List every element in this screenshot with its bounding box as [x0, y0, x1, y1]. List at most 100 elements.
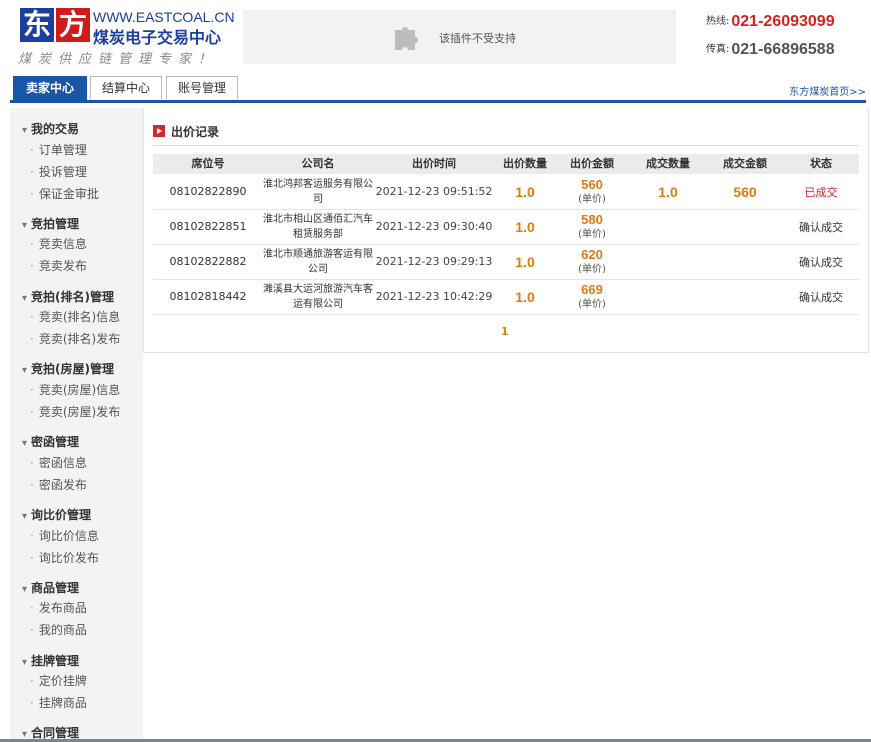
company-name: 淮北市相山区通佰汇汽车租赁服务部 — [263, 213, 373, 240]
site-logo[interactable]: 东 方 WWW.EASTCOAL.CN 煤炭电子交易中心 煤炭供应链管理专家！ — [18, 8, 243, 68]
bid-amount: 620 (单价) — [555, 244, 629, 279]
header: 东 方 WWW.EASTCOAL.CN 煤炭电子交易中心 煤炭供应链管理专家！ … — [0, 0, 871, 76]
plugin-placeholder: 该插件不受支持 — [243, 10, 676, 64]
deal-amount — [707, 279, 783, 314]
table-row: 08102822882 淮北市顺通旅游客运有限公司 2021-12-23 09:… — [153, 244, 859, 280]
fax-number: 021-66896588 — [731, 41, 835, 58]
company-name: 濉溪县大运河旅游汽车客运有限公司 — [263, 283, 373, 310]
deal-amount — [707, 244, 783, 279]
sidebar-item-letter-info[interactable]: 密函信息 — [30, 454, 87, 471]
col-qty: 出价数量 — [503, 157, 547, 170]
hotline-label: 热线: — [706, 16, 730, 27]
sidebar-item-listed-goods[interactable]: 挂牌商品 — [30, 694, 87, 711]
sidebar-item-rank-info[interactable]: 竞卖(排名)信息 — [30, 308, 120, 325]
fax: 传真: 021-66896588 — [706, 40, 835, 59]
sidebar-item-house-publish[interactable]: 竞卖(房屋)发布 — [30, 403, 120, 420]
bid-qty: 1.0 — [515, 288, 535, 305]
sidebar-item-inquiry-publish[interactable]: 询比价发布 — [30, 549, 99, 566]
logo-slogan: 煤炭供应链管理专家！ — [18, 52, 219, 67]
logo-url: WWW.EASTCOAL.CN — [93, 9, 235, 25]
col-time: 出价时间 — [412, 157, 456, 170]
logo-name: 煤炭电子交易中心 — [93, 28, 222, 47]
col-seat: 席位号 — [191, 157, 225, 170]
sidebar-item-inquiry-info[interactable]: 询比价信息 — [30, 527, 99, 544]
status-label: 已成交 — [804, 185, 838, 199]
col-deal-qty: 成交数量 — [646, 157, 690, 170]
seat-number: 08102818442 — [169, 290, 247, 303]
sidebar-item-auction-info[interactable]: 竞卖信息 — [30, 235, 87, 252]
fax-label: 传真: — [706, 44, 730, 55]
tab-settlement-center[interactable]: 结算中心 — [90, 76, 162, 99]
amount-unit: (单价) — [578, 298, 606, 310]
logo-char-2: 方 — [56, 8, 90, 42]
amount-unit: (单价) — [578, 193, 606, 205]
deal-qty: 1.0 — [658, 183, 678, 200]
amount-unit: (单价) — [578, 228, 606, 240]
sidebar-item-my-goods[interactable]: 我的商品 — [30, 621, 87, 638]
bid-qty: 1.0 — [515, 218, 535, 235]
sidebar-item-deposit[interactable]: 保证金审批 — [30, 185, 99, 202]
tab-bar: 卖家中心 结算中心 账号管理 东方煤炭首页>> — [10, 76, 866, 103]
sidebar-item-auction-publish[interactable]: 竞卖发布 — [30, 257, 87, 274]
col-amount: 出价金额 — [570, 157, 614, 170]
logo-char-1: 东 — [20, 8, 54, 42]
sidebar-group-rank-auction[interactable]: 竞拍(排名)管理 — [22, 288, 114, 305]
bid-time: 2021-12-23 10:42:29 — [375, 290, 493, 303]
deal-amount — [707, 209, 783, 244]
bid-qty: 1.0 — [515, 253, 535, 270]
confirm-deal-link[interactable]: 确认成交 — [783, 209, 859, 244]
puzzle-icon — [395, 27, 418, 50]
table-row: 08102822890 淮北鸿邦客运服务有限公司 2021-12-23 09:5… — [153, 174, 859, 210]
table-row: 08102822851 淮北市相山区通佰汇汽车租赁服务部 2021-12-23 … — [153, 209, 859, 245]
table-header: 席位号 公司名 出价时间 出价数量 出价金额 成交数量 成交金额 状态 — [153, 154, 859, 174]
col-status: 状态 — [810, 157, 832, 170]
plugin-message: 该插件不受支持 — [439, 32, 516, 45]
sidebar-group-sealed-letter[interactable]: 密函管理 — [22, 433, 79, 450]
section-title: 出价记录 — [171, 125, 220, 139]
col-deal-amount: 成交金额 — [723, 157, 767, 170]
tab-account-management[interactable]: 账号管理 — [166, 76, 238, 99]
sidebar-item-rank-publish[interactable]: 竞卖(排名)发布 — [30, 330, 120, 347]
bid-time: 2021-12-23 09:51:52 — [375, 185, 493, 198]
sidebar: 我的交易 订单管理 投诉管理 保证金审批 竞拍管理 竞卖信息 竞卖发布 竞拍(排… — [10, 108, 143, 742]
seat-number: 08102822882 — [169, 255, 247, 268]
deal-amount: 560 — [733, 183, 757, 200]
confirm-deal-link[interactable]: 确认成交 — [783, 244, 859, 279]
sidebar-group-my-trade[interactable]: 我的交易 — [22, 120, 79, 137]
amount-value: 669 — [581, 281, 603, 297]
bid-time: 2021-12-23 09:30:40 — [375, 220, 493, 233]
sidebar-group-goods[interactable]: 商品管理 — [22, 579, 79, 596]
hotline-number: 021-26093099 — [731, 13, 835, 30]
sidebar-group-auction[interactable]: 竞拍管理 — [22, 215, 79, 232]
company-name: 淮北鸿邦客运服务有限公司 — [263, 178, 373, 205]
bid-qty: 1.0 — [515, 183, 535, 200]
bid-amount: 580 (单价) — [555, 209, 629, 244]
col-company: 公司名 — [301, 157, 335, 170]
pagination-page-1[interactable]: 1 — [501, 325, 509, 338]
sidebar-group-inquiry[interactable]: 询比价管理 — [22, 506, 91, 523]
divider — [153, 145, 859, 146]
hotline: 热线: 021-26093099 — [706, 12, 835, 31]
amount-unit: (单价) — [578, 263, 606, 275]
tab-seller-center[interactable]: 卖家中心 — [13, 76, 87, 100]
sidebar-item-publish-goods[interactable]: 发布商品 — [30, 599, 87, 616]
deal-qty — [629, 279, 707, 314]
amount-value: 560 — [581, 176, 603, 192]
confirm-deal-link[interactable]: 确认成交 — [783, 279, 859, 314]
bid-time: 2021-12-23 09:29:13 — [375, 255, 493, 268]
sidebar-item-orders[interactable]: 订单管理 — [30, 141, 87, 158]
sidebar-group-listing[interactable]: 挂牌管理 — [22, 652, 79, 669]
seat-number: 08102822890 — [169, 185, 247, 198]
bid-records-panel: 出价记录 席位号 公司名 出价时间 出价数量 出价金额 成交数量 成交金额 状态… — [143, 108, 869, 353]
sidebar-item-complaints[interactable]: 投诉管理 — [30, 163, 87, 180]
sidebar-item-house-info[interactable]: 竞卖(房屋)信息 — [30, 381, 120, 398]
home-link[interactable]: 东方煤炭首页>> — [789, 83, 866, 98]
sidebar-group-house-auction[interactable]: 竞拍(房屋)管理 — [22, 360, 114, 377]
sidebar-item-fixed-listing[interactable]: 定价挂牌 — [30, 672, 87, 689]
sidebar-item-letter-publish[interactable]: 密函发布 — [30, 476, 87, 493]
deal-qty — [629, 244, 707, 279]
table-row: 08102818442 濉溪县大运河旅游汽车客运有限公司 2021-12-23 … — [153, 279, 859, 315]
amount-value: 580 — [581, 211, 603, 227]
bid-amount: 560 (单价) — [555, 174, 629, 209]
deal-qty — [629, 209, 707, 244]
